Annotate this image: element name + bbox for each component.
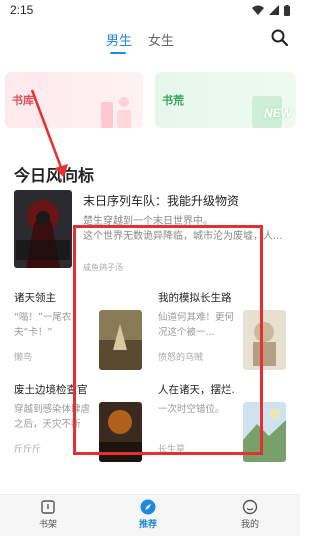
featured-desc-line-1: 楚生穿越到一个末日世界中。 <box>83 216 213 227</box>
nav-bookshelf-label: 书架 <box>38 520 57 530</box>
book-author: 愤怒的乌贼 <box>158 353 204 363</box>
book-card[interactable]: 我的模拟长生路 仙道何其难！更何况这个被一... 愤怒的乌贼 <box>158 290 298 386</box>
gender-tabs: 男生 女生 <box>0 22 300 60</box>
book-card[interactable]: 诸天领主 “嗡！”一尾农夫“卡！” 懒鸟 <box>14 290 154 386</box>
book-cover[interactable] <box>99 310 142 370</box>
status-bar: 2:15 <box>0 0 300 20</box>
book-title: 我的模拟长生路 <box>158 292 232 304</box>
book-desc: 一次时空错位。 <box>158 404 225 415</box>
active-tab-indicator <box>110 52 126 54</box>
nav-bookshelf[interactable]: 书架 <box>18 499 78 530</box>
book-title: 人在诸天，摆烂... <box>158 384 236 396</box>
book-shortage-card[interactable]: 书荒 NEW <box>155 72 296 128</box>
battery-icon <box>284 4 290 16</box>
bookshelf-icon <box>41 500 55 514</box>
book-card[interactable]: 废土边境检查官 穿越到感染体肆虐之后，天灾不断的... 斤斤斤 <box>14 382 154 478</box>
book-cover[interactable] <box>243 310 286 370</box>
library-illustration-icon <box>101 97 131 128</box>
book-cover-art <box>99 310 142 370</box>
book-cover-art <box>243 402 286 462</box>
book-cover[interactable] <box>243 402 286 462</box>
book-desc: 穿越到感染体肆虐之后，天灾不断的... <box>14 404 91 430</box>
book-author: 斤斤斤 <box>14 445 42 455</box>
book-card[interactable]: 人在诸天，摆烂... 一次时空错位。 长生草 <box>158 382 298 478</box>
search-icon[interactable] <box>270 28 290 48</box>
nav-recommend[interactable]: 推荐 <box>118 499 178 530</box>
book-cover[interactable] <box>99 402 142 462</box>
library-card[interactable]: 书库 <box>5 72 143 128</box>
library-label: 书库 <box>12 94 34 107</box>
featured-book[interactable]: 末日序列车队：我能升级物资 楚生穿越到一个末日世界中。 这个世界无数诡异降临，城… <box>14 190 290 272</box>
book-author: 长生草 <box>158 445 186 455</box>
wifi-icon <box>252 5 264 15</box>
book-cover-art <box>99 402 142 462</box>
status-icons <box>252 4 290 16</box>
nav-me[interactable]: 我的 <box>220 499 280 530</box>
signal-icon <box>269 5 279 15</box>
smiley-icon <box>242 499 258 515</box>
tab-male[interactable]: 男生 <box>106 30 132 49</box>
featured-cover-art <box>14 190 72 268</box>
book-author: 懒鸟 <box>14 353 33 363</box>
new-badge: NEW <box>264 106 292 120</box>
book-shortage-label: 书荒 <box>162 94 184 107</box>
nav-me-label: 我的 <box>240 520 259 530</box>
featured-book-desc: 楚生穿越到一个末日世界中。 这个世界无数诡异降临，城市沦为废墟，人... <box>83 214 288 244</box>
bottom-nav: 书架 推荐 我的 <box>0 494 300 536</box>
status-time: 2:15 <box>10 3 34 17</box>
compass-icon <box>140 499 156 515</box>
featured-book-author: 咸鱼鸽子汤 <box>83 263 123 272</box>
featured-desc-line-2: 这个世界无数诡异降临，城市沦为废墟，人... <box>83 231 283 242</box>
book-desc: 仙道何其难！更何况这个被一... <box>158 312 235 338</box>
book-title: 废土边境检查官 <box>14 384 88 396</box>
book-title: 诸天领主 <box>14 292 56 304</box>
featured-book-cover[interactable] <box>14 190 72 268</box>
section-title: 今日风向标 <box>14 166 95 185</box>
book-desc: “嗡！”一尾农夫“卡！” <box>14 312 72 338</box>
tab-female[interactable]: 女生 <box>148 30 174 49</box>
featured-book-title: 末日序列车队：我能升级物资 <box>83 194 240 208</box>
book-cover-art <box>243 310 286 370</box>
nav-recommend-label: 推荐 <box>138 520 157 530</box>
